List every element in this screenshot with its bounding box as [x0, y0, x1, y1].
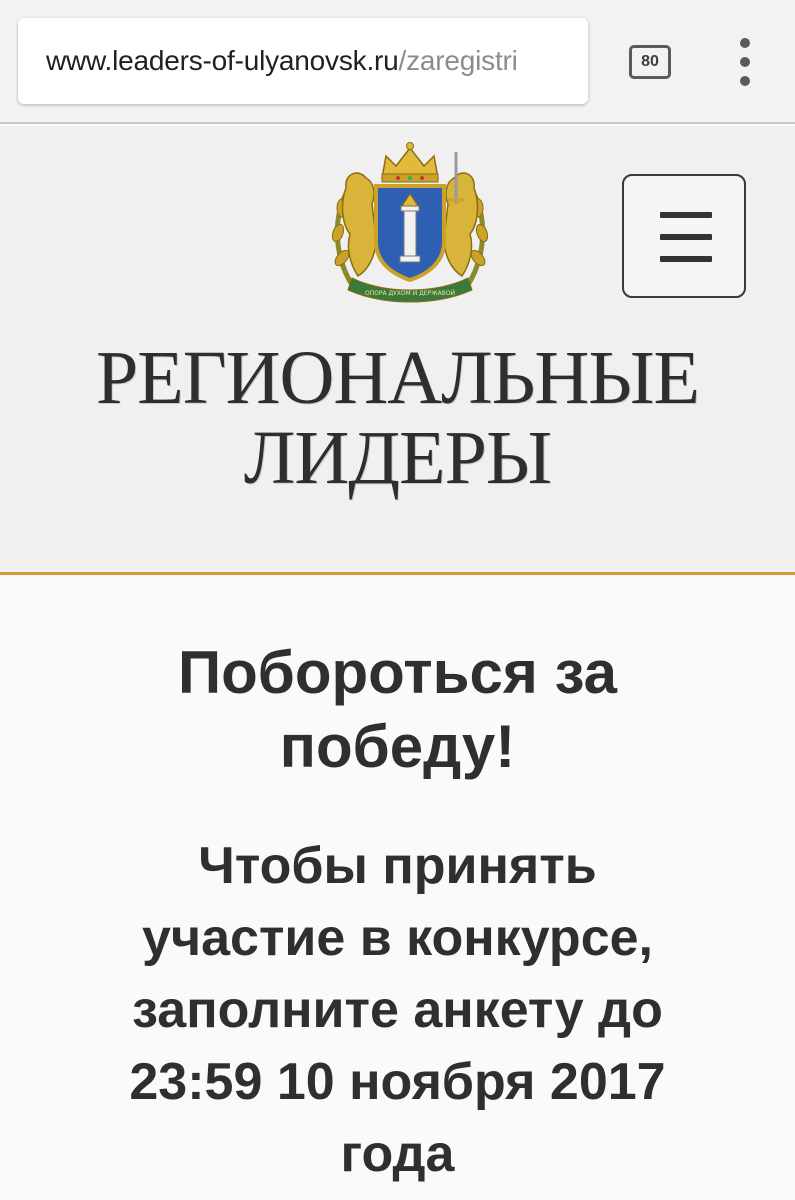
- hamburger-icon: [660, 212, 712, 218]
- hamburger-menu-button[interactable]: [622, 174, 746, 298]
- site-title[interactable]: РЕГИОНАЛЬНЫЕ ЛИДЕРЫ: [0, 338, 795, 498]
- deadline-line: 23:59 10 ноября 2017: [129, 1053, 666, 1111]
- deadline-line: заполните анкету до: [132, 981, 663, 1039]
- deadline-line: участие в конкурсе,: [142, 909, 653, 967]
- tab-switcher-button[interactable]: 80: [629, 45, 671, 79]
- url-domain: www.leaders-of-ulyanovsk.ru: [46, 45, 399, 76]
- more-vert-icon[interactable]: [728, 38, 762, 86]
- url-path: /zaregistri: [398, 45, 518, 76]
- url-fade: [558, 18, 588, 104]
- page-heading-line: победу!: [279, 713, 516, 780]
- hamburger-icon-line: [660, 234, 712, 240]
- svg-text:ОПОРА ДУХОМ И ДЕРЖАВОЙ: ОПОРА ДУХОМ И ДЕРЖАВОЙ: [365, 290, 455, 297]
- registration-deadline-text: Чтобы принять участие в конкурсе, заполн…: [40, 830, 755, 1190]
- address-bar[interactable]: www.leaders-of-ulyanovsk.ru/zaregistri: [18, 18, 588, 104]
- hamburger-icon-line: [660, 256, 712, 262]
- deadline-line: года: [340, 1125, 455, 1183]
- site-title-line: РЕГИОНАЛЬНЫЕ: [96, 336, 700, 420]
- browser-toolbar: www.leaders-of-ulyanovsk.ru/zaregistri 8…: [0, 0, 795, 124]
- header-divider: [0, 572, 795, 575]
- deadline-line: Чтобы принять: [198, 837, 597, 895]
- ulyanovsk-coat-of-arms-icon[interactable]: ОПОРА ДУХОМ И ДЕРЖАВОЙ: [324, 138, 496, 310]
- page-heading: Побороться за победу!: [40, 636, 755, 784]
- page-heading-line: Побороться за: [177, 639, 617, 706]
- site-title-line: ЛИДЕРЫ: [243, 416, 552, 500]
- site-header: ОПОРА ДУХОМ И ДЕРЖАВОЙ РЕГИОНАЛЬНЫЕ ЛИДЕ…: [0, 126, 795, 572]
